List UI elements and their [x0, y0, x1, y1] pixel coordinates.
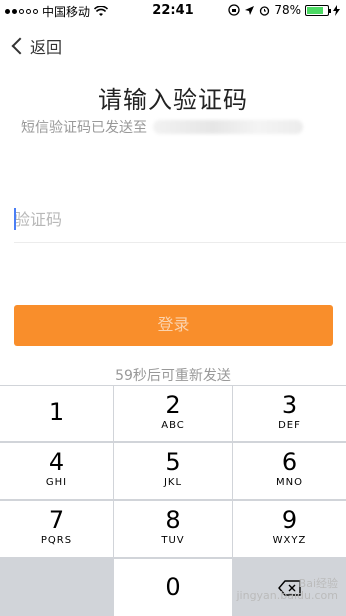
key-8[interactable]: 8 TUV [114, 501, 232, 557]
key-letters: TUV [161, 535, 185, 546]
key-0[interactable]: 0 [114, 559, 232, 616]
key-digit: 6 [281, 448, 298, 476]
login-button[interactable]: 登录 [14, 305, 333, 346]
sms-sent-notice: 短信验证码已发送至 [21, 117, 303, 137]
sms-sent-text: 短信验证码已发送至 [21, 120, 147, 136]
key-1[interactable]: 1 [0, 386, 113, 441]
key-letters: JKL [163, 477, 183, 488]
verification-code-input[interactable] [14, 204, 344, 234]
battery-percent: 78% [274, 3, 301, 17]
input-underline [14, 242, 346, 243]
watermark-url: jingyan.baidu.com [236, 589, 338, 602]
location-arrow-icon [245, 5, 255, 15]
key-digit: 4 [48, 448, 65, 476]
key-digit: 9 [281, 506, 298, 534]
resend-countdown: 59秒后可重新发送 [115, 368, 231, 384]
key-9[interactable]: 9 WXYZ [233, 501, 346, 557]
watermark: Bai经验 jingyan.baidu.com [236, 578, 338, 602]
masked-phone-number [153, 120, 303, 134]
key-6[interactable]: 6 MNO [233, 443, 346, 499]
key-digit: 3 [281, 391, 298, 419]
key-digit: 1 [48, 398, 65, 426]
key-digit: 8 [165, 506, 181, 534]
key-3[interactable]: 3 DEF [233, 386, 346, 441]
charging-bolt-icon [333, 4, 340, 16]
battery-icon [305, 4, 331, 16]
key-letters: WXYZ [272, 535, 307, 546]
key-letters: DEF [278, 420, 301, 431]
key-digit: 2 [165, 391, 181, 419]
status-bar: 中国移动 22:41 78% [0, 0, 346, 20]
key-4[interactable]: 4 GHI [0, 443, 113, 499]
key-letters: PQRS [40, 535, 73, 546]
key-blank [0, 559, 113, 616]
rotation-lock-icon [228, 4, 240, 16]
key-digit: 7 [48, 506, 65, 534]
key-digit: 5 [165, 448, 181, 476]
key-7[interactable]: 7 PQRS [0, 501, 113, 557]
text-cursor [14, 208, 16, 230]
back-label: 返回 [30, 38, 63, 57]
battery-fill [307, 6, 323, 14]
key-digit: 0 [165, 573, 181, 601]
page-title: 请输入验证码 [98, 86, 248, 114]
back-button[interactable]: 返回 [10, 34, 62, 58]
key-letters: MNO [276, 477, 303, 488]
key-5[interactable]: 5 JKL [114, 443, 232, 499]
status-right: 78% [228, 3, 340, 17]
chevron-left-icon [11, 37, 29, 55]
key-2[interactable]: 2 ABC [114, 386, 232, 441]
key-letters: GHI [45, 477, 68, 488]
alarm-icon [260, 5, 270, 16]
key-letters: ABC [161, 420, 185, 431]
